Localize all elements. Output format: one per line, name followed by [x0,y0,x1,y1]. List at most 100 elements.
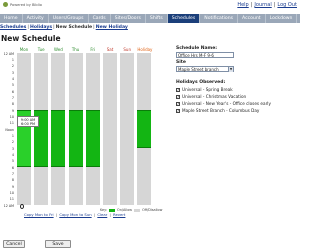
tab-shifts[interactable]: Shifts [146,14,168,23]
schedule-block-holiday[interactable] [137,110,152,148]
tab-lockdown[interactable]: Lockdown [266,14,298,23]
tab-schedules[interactable]: Schedules [167,14,201,23]
main-nav: Home Activity Users/Groups Cards Sites/Doors… [0,14,300,23]
day-header-wed: Wed [54,47,63,52]
holiday-item: ✓ Universal - New Year's - Office closes … [176,101,298,106]
help-link[interactable]: Help [237,2,248,8]
subnav-holidays[interactable]: Holidays [30,25,52,30]
tab-home[interactable]: Home [0,14,23,23]
tab-account[interactable]: Account [238,14,266,23]
time-label: 6 [11,89,14,94]
time-label: 6 [11,165,14,170]
holiday-list: ✓ Universal - Spring Break ✓ Universal - Ch… [176,87,298,113]
holiday-checkbox[interactable]: ✓ [176,94,180,99]
clear-link[interactable]: Clear [97,212,107,217]
time-label: 8 [11,102,14,107]
tab-activity[interactable]: Activity [23,14,49,23]
day-header-tue: Tue [37,47,45,52]
time-label: 9 [11,108,14,113]
schedule-form: Schedule Name: Office Hrs M-F 9-6 Site M… [176,46,298,113]
site-label: Site [176,60,186,65]
day-header-sat: Sat [106,47,114,52]
subnav-schedules[interactable]: Schedules [0,25,26,30]
time-label: 5 [11,159,14,164]
holiday-label: Universal - New Year's - Office closes e… [182,101,271,106]
time-label: 3 [11,146,14,151]
legend-off-swatch [134,208,141,212]
site-select[interactable]: Maple Street branch ▼ [176,66,234,72]
sub-nav: Schedules | Holidays | New Schedule | Ne… [0,25,128,30]
chevron-down-icon: ▼ [228,67,233,72]
top-bar: Powered by Biblio Help | Journal | Log O… [0,0,300,10]
schedule-grid: Mon Tue Wed Thu Fri Sat Sun Holiday 12 AM 1 2 3 4 5 6 7… [0,47,170,222]
logout-link[interactable]: Log Out [277,2,297,8]
time-label: 2 [11,140,14,145]
time-label: 5 [11,83,14,88]
holiday-item: ✓ Universal - Spring Break [176,87,298,92]
time-label: 7 [11,95,14,100]
legend-on-swatch [109,208,116,212]
legend-on-label: On/Allow [117,208,133,212]
logo-icon [3,2,8,7]
legend-off-label: Off/Disallow [142,208,163,212]
copy-mon-sun-link[interactable]: Copy Mon to Sun [59,212,91,217]
time-label: 4 [11,152,14,157]
schedule-name-input[interactable]: Office Hrs M-F 9-6 [176,52,234,58]
page-title: New Schedule [1,34,61,43]
top-links: Help | Journal | Log Out [237,2,297,8]
day-header-thu: Thu [71,47,80,52]
time-tooltip: 9:00 AM 6:00 PM [17,116,39,127]
subnav-new-holiday[interactable]: New Holiday [96,25,128,30]
time-label: 1 [11,57,14,62]
brand-logo: Powered by Biblio [3,2,42,7]
day-header-sun: Sun [123,47,131,52]
revert-link[interactable]: Revert [113,212,125,217]
legend-key: Key: [100,208,108,212]
cancel-button[interactable]: Cancel [3,240,25,248]
save-button[interactable]: Save [45,240,71,248]
day-header-mon: Mon [19,47,29,52]
tab-notifications[interactable]: Notifications [200,14,239,23]
day-header-fri: Fri [90,47,96,52]
mouse-cursor-icon [20,204,24,209]
time-label: Noon [5,127,14,132]
holiday-item: ✓ Maple Street Branch - Columbus Day [176,108,298,113]
holiday-checkbox[interactable]: ✓ [176,108,180,113]
brand-text: Powered by Biblio [10,2,42,7]
holidays-label: Holidays Observed: [176,80,226,85]
schedule-block-fri[interactable] [85,110,100,167]
time-label: 7 [11,171,14,176]
tooltip-end: 6:00 PM [20,122,36,126]
holiday-label: Universal - Spring Break [182,87,233,92]
grid-actions: Copy Mon to Fri | Copy Mon to Sun | Clea… [24,212,126,217]
time-label: 10 [9,190,14,195]
day-column-sat[interactable] [103,53,117,205]
time-label: 3 [11,70,14,75]
holiday-item: ✓ Universal - Christmas Vacation [176,94,298,99]
time-label: 12 AM [3,203,14,208]
copy-mon-fri-link[interactable]: Copy Mon to Fri [24,212,54,217]
day-header-holiday: Holiday [137,47,153,52]
schedule-name-label: Schedule Name: [176,46,218,51]
holiday-checkbox[interactable]: ✓ [176,101,180,106]
tab-sites-doors[interactable]: Sites/Doors [111,14,146,23]
journal-link[interactable]: Journal [254,2,271,8]
time-label: 11 [9,197,14,202]
time-label: 2 [11,64,14,69]
time-label: 12 AM [3,51,14,56]
schedule-block-wed[interactable] [51,110,66,167]
day-column-sun[interactable] [120,53,135,205]
time-label: 9 [11,184,14,189]
schedule-block-thu[interactable] [68,110,83,167]
subnav-new-schedule[interactable]: New Schedule [56,25,92,30]
site-select-value: Maple Street branch [178,67,219,72]
time-label: 4 [11,76,14,81]
time-label: 8 [11,178,14,183]
holiday-label: Universal - Christmas Vacation [182,94,247,99]
grid-legend: Key: On/Allow Off/Disallow [100,208,162,212]
time-label: 10 [9,114,14,119]
tab-cards[interactable]: Cards [89,14,111,23]
tab-users-groups[interactable]: Users/Groups [49,14,89,23]
time-label: 11 [9,121,14,126]
holiday-checkbox[interactable]: ✓ [176,87,180,92]
